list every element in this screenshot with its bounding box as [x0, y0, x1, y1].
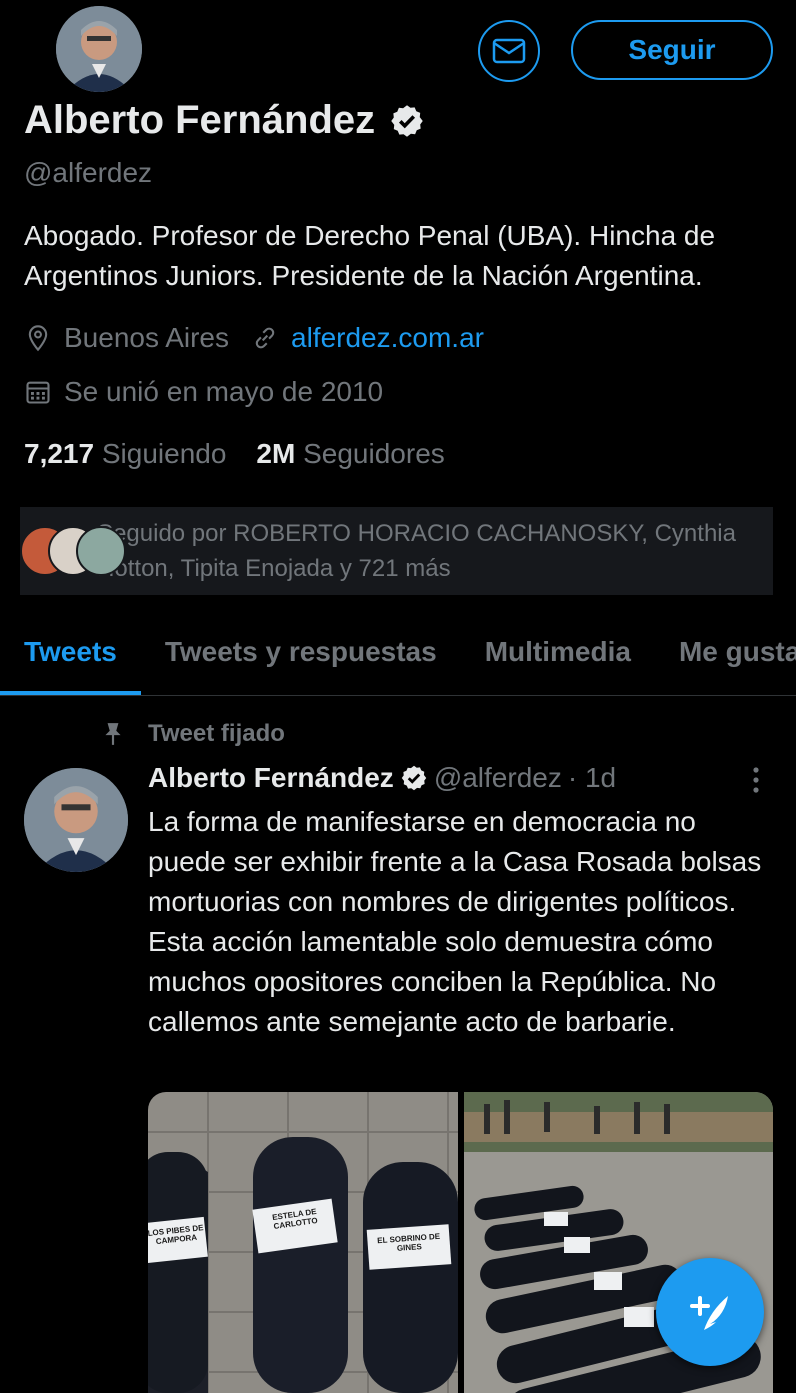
profile-website-link[interactable]: alferdez.com.ar: [291, 322, 484, 354]
tweet-photo-1[interactable]: ESTELA DE CARLOTTO LOS PIBES DE CAMPORA …: [148, 1092, 458, 1393]
profile-name: Alberto Fernández: [24, 98, 376, 142]
tweet-text: La forma de manifestarse en democracia n…: [148, 806, 762, 1037]
profile-location: Buenos Aires: [64, 322, 229, 353]
tweet-author-handle: @alferdez: [433, 762, 562, 793]
location-pin-icon: [24, 324, 52, 352]
followers-count: 2M: [256, 438, 296, 469]
tweet-header: Alberto Fernández @alferdez · 1d: [148, 762, 616, 794]
link-icon: [251, 324, 279, 352]
profile-avatar[interactable]: [53, 3, 145, 95]
more-vertical-icon[interactable]: [748, 766, 764, 794]
profile-name-row: Alberto Fernández: [24, 98, 425, 143]
following-stat[interactable]: 7,217 Siguiendo: [24, 438, 226, 470]
followed-by-avatars: [20, 526, 126, 576]
profile-joined-date: Se unió en mayo de 2010: [64, 376, 384, 407]
pinned-label-row: Tweet fijado: [100, 720, 285, 748]
verified-badge-icon: [401, 765, 427, 791]
avatar: [76, 526, 126, 576]
profile-handle: @alferdez: [24, 157, 153, 188]
envelope-icon: [492, 38, 526, 64]
tab-tweets-replies[interactable]: Tweets y respuestas: [141, 620, 461, 695]
pin-icon: [100, 721, 126, 747]
profile-meta-location-row: Buenos Aires alferdez.com.ar: [24, 322, 484, 354]
followed-by-text: Seguido por ROBERTO HORACIO CACHANOSKY, …: [97, 520, 736, 582]
tab-media[interactable]: Multimedia: [461, 620, 655, 695]
tweet-author-name[interactable]: Alberto Fernández: [148, 762, 394, 794]
tweet-author-avatar[interactable]: [24, 768, 128, 872]
profile-meta-joined-row: Se unió en mayo de 2010: [24, 376, 383, 408]
compose-tweet-icon: [690, 1296, 728, 1330]
profile-stats: 7,217 Siguiendo 2M Seguidores: [24, 438, 445, 470]
verified-badge-icon: [391, 104, 423, 137]
follow-button[interactable]: Seguir: [571, 20, 773, 80]
tab-tweets[interactable]: Tweets: [0, 620, 141, 695]
followed-by-box[interactable]: Seguido por ROBERTO HORACIO CACHANOSKY, …: [20, 507, 773, 595]
profile-tabs: Tweets Tweets y respuestas Multimedia Me…: [0, 620, 796, 696]
profile-bio: Abogado. Profesor de Derecho Penal (UBA)…: [24, 220, 716, 291]
following-count: 7,217: [24, 438, 95, 469]
tab-likes[interactable]: Me gusta: [655, 620, 796, 695]
tweet-time: · 1d: [567, 762, 617, 793]
message-button[interactable]: [478, 20, 540, 82]
followers-label: Seguidores: [303, 438, 445, 469]
followers-stat[interactable]: 2M Seguidores: [256, 438, 444, 470]
pinned-label: Tweet fijado: [148, 720, 285, 747]
compose-tweet-button[interactable]: [656, 1258, 764, 1366]
calendar-icon: [24, 378, 52, 406]
following-label: Siguiendo: [101, 438, 227, 469]
